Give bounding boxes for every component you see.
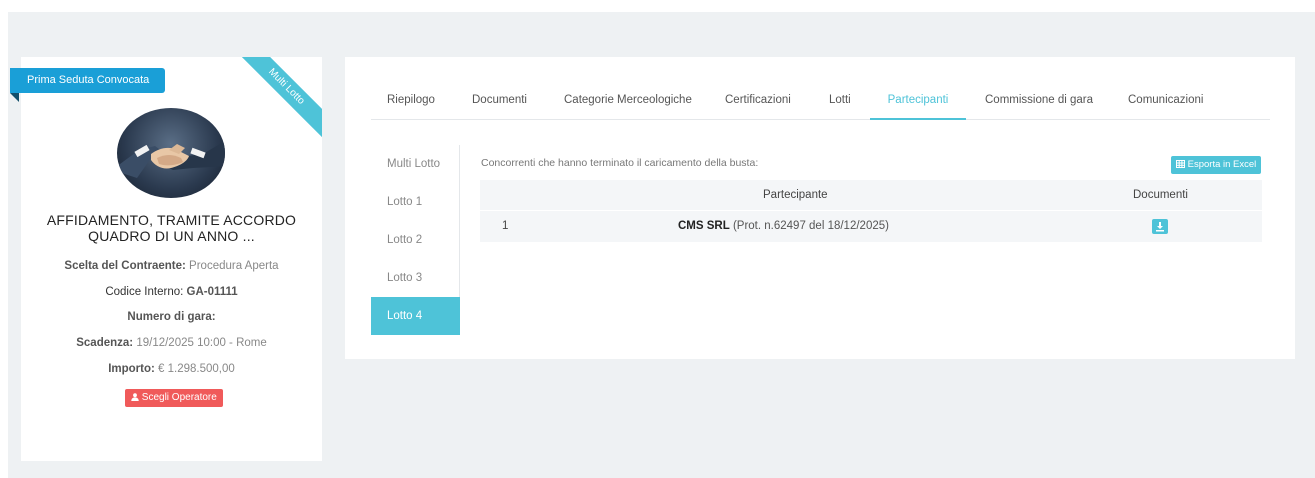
download-icon — [1156, 222, 1164, 232]
tab-riepilogo[interactable]: Riepilogo — [387, 82, 435, 120]
choose-operator-button[interactable]: Scegli Operatore — [125, 389, 223, 407]
amount-value: € 1.298.500,00 — [158, 363, 235, 375]
tender-number-label: Numero di gara: — [127, 311, 216, 323]
user-icon — [131, 393, 139, 401]
amount: Importo: € 1.298.500,00 — [21, 363, 322, 375]
internal-code: Codice Interno: GA-01111 — [21, 286, 322, 298]
column-header-partecipante: Partecipante — [763, 189, 828, 201]
contractor-choice: Scelta del Contraente: Procedura Aperta — [21, 260, 322, 272]
participants-caption: Concorrenti che hanno terminato il caric… — [481, 157, 759, 169]
tab-lotti[interactable]: Lotti — [829, 82, 851, 120]
internal-code-value: GA-01111 — [186, 286, 238, 298]
status-ribbon: Prima Seduta Convocata — [10, 68, 166, 93]
download-documents-button[interactable] — [1152, 219, 1168, 234]
lot-navigation: Multi Lotto Lotto 1 Lotto 2 Lotto 3 Lott… — [371, 145, 460, 335]
tab-comunicazioni[interactable]: Comunicazioni — [1128, 82, 1203, 120]
tender-title-line-2: QUADRO DI UN ANNO ... — [88, 228, 255, 244]
lot-item-lotto-4[interactable]: Lotto 4 — [371, 297, 460, 335]
lot-item-lotto-1[interactable]: Lotto 1 — [371, 183, 460, 221]
tender-image — [117, 108, 225, 198]
status-ribbon-fold — [10, 93, 19, 102]
participants-table-header: Partecipante Documenti — [480, 180, 1262, 210]
lot-item-multi-lotto[interactable]: Multi Lotto — [371, 145, 460, 183]
row-index: 1 — [502, 220, 509, 232]
amount-label: Importo: — [108, 363, 155, 375]
lot-item-lotto-3[interactable]: Lotto 3 — [371, 259, 460, 297]
export-excel-button[interactable]: Esporta in Excel — [1171, 156, 1262, 174]
deadline: Scadenza: 19/12/2025 10:00 - Rome — [21, 337, 322, 349]
lot-item-lotto-2[interactable]: Lotto 2 — [371, 221, 460, 259]
internal-code-label: Codice Interno: — [105, 286, 184, 298]
multi-lotto-corner-ribbon: Multi Lotto — [229, 57, 322, 144]
contractor-choice-value: Procedura Aperta — [189, 260, 279, 272]
tender-number: Numero di gara: — [21, 311, 322, 323]
tender-title: AFFIDAMENTO, TRAMITE ACCORDO QUADRO DI U… — [21, 212, 322, 244]
tab-bar: Riepilogo Documenti Categorie Merceologi… — [371, 82, 1270, 120]
export-excel-label: Esporta in Excel — [1187, 159, 1257, 170]
tab-partecipanti[interactable]: Partecipanti — [870, 82, 966, 120]
tab-documenti[interactable]: Documenti — [472, 82, 527, 120]
table-row: 1 CMS SRL (Prot. n.62497 del 18/12/2025) — [480, 211, 1262, 242]
participant-protocol: (Prot. n.62497 del 18/12/2025) — [732, 220, 889, 232]
handshake-icon — [117, 140, 225, 178]
participant-cell: CMS SRL (Prot. n.62497 del 18/12/2025) — [678, 211, 889, 241]
deadline-value: 19/12/2025 10:00 - Rome — [136, 337, 267, 349]
column-header-documenti: Documenti — [1133, 189, 1188, 201]
choose-operator-label: Scegli Operatore — [141, 392, 217, 403]
table-icon — [1176, 160, 1185, 168]
deadline-label: Scadenza: — [76, 337, 134, 349]
tender-title-line-1: AFFIDAMENTO, TRAMITE ACCORDO — [46, 212, 297, 228]
contractor-choice-label: Scelta del Contraente: — [64, 260, 186, 272]
participant-name: CMS SRL — [678, 220, 730, 232]
tab-categorie-merceologiche[interactable]: Categorie Merceologiche — [564, 82, 692, 120]
tab-certificazioni[interactable]: Certificazioni — [725, 82, 791, 120]
tab-commissione-di-gara[interactable]: Commissione di gara — [985, 82, 1093, 120]
